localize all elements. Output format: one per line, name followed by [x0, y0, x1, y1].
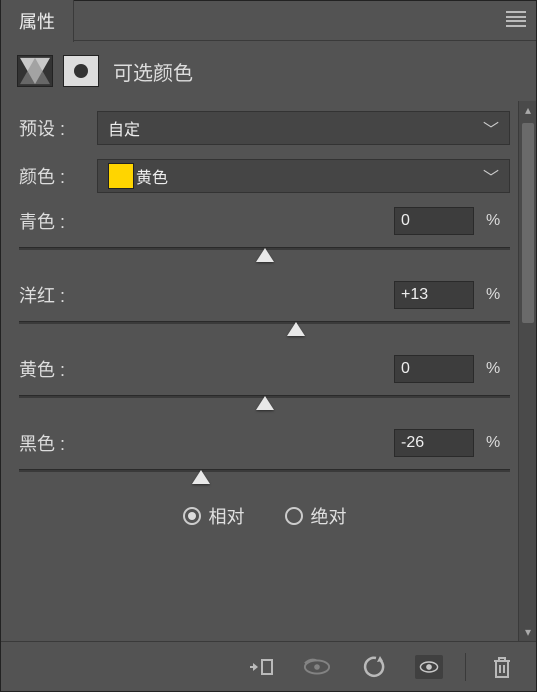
yellow-input[interactable] [394, 355, 474, 383]
preset-dropdown[interactable]: 自定 ﹀ [97, 111, 510, 145]
panel-content: 预设 : 自定 ﹀ 颜色 : 黄色 ﹀ 青色 : % [1, 101, 518, 641]
color-label: 颜色 : [19, 163, 89, 189]
reset-icon[interactable] [359, 655, 387, 679]
percent-unit: % [486, 434, 510, 452]
slider-thumb-icon[interactable] [192, 470, 210, 484]
adjustment-header: 可选颜色 [1, 41, 536, 101]
yellow-label: 黄色 : [19, 356, 394, 382]
slider-thumb-icon[interactable] [287, 322, 305, 336]
scroll-thumb[interactable] [522, 123, 534, 323]
trash-icon[interactable] [488, 655, 516, 679]
black-slider[interactable] [19, 465, 510, 489]
panel-footer [1, 641, 536, 691]
chevron-down-icon: ﹀ [483, 164, 499, 188]
properties-panel: 属性 可选颜色 预设 : 自定 ﹀ 颜色 : [0, 0, 537, 692]
view-previous-icon[interactable] [303, 655, 331, 679]
scroll-down-icon[interactable]: ▾ [521, 625, 535, 639]
relative-radio[interactable]: 相对 [183, 503, 245, 529]
visibility-icon[interactable] [415, 655, 443, 679]
layer-mask-icon[interactable] [63, 55, 99, 87]
black-input[interactable] [394, 429, 474, 457]
slider-thumb-icon[interactable] [256, 396, 274, 410]
vertical-scrollbar[interactable]: ▴ ▾ [518, 101, 536, 641]
cyan-label: 青色 : [19, 208, 394, 234]
panel-menu-button[interactable] [504, 9, 528, 29]
percent-unit: % [486, 212, 510, 230]
absolute-label: 绝对 [311, 503, 347, 529]
color-value: 黄色 [136, 164, 168, 188]
yellow-slider-group: 黄色 : % [19, 355, 510, 415]
radio-checked-icon [183, 507, 201, 525]
properties-tab[interactable]: 属性 [1, 0, 74, 42]
method-radio-group: 相对 绝对 [19, 503, 510, 529]
slider-thumb-icon[interactable] [256, 248, 274, 262]
color-dropdown[interactable]: 黄色 ﹀ [97, 159, 510, 193]
color-swatch [108, 163, 134, 189]
relative-label: 相对 [209, 503, 245, 529]
magenta-input[interactable] [394, 281, 474, 309]
preset-value: 自定 [108, 116, 140, 140]
adjustment-title: 可选颜色 [113, 57, 193, 86]
percent-unit: % [486, 360, 510, 378]
preset-label: 预设 : [19, 115, 89, 141]
cyan-slider[interactable] [19, 243, 510, 267]
radio-unchecked-icon [285, 507, 303, 525]
black-slider-group: 黑色 : % [19, 429, 510, 489]
magenta-slider[interactable] [19, 317, 510, 341]
absolute-radio[interactable]: 绝对 [285, 503, 347, 529]
percent-unit: % [486, 286, 510, 304]
selective-color-icon [17, 55, 53, 87]
separator [465, 653, 466, 681]
magenta-slider-group: 洋红 : % [19, 281, 510, 341]
magenta-label: 洋红 : [19, 282, 394, 308]
panel-header: 属性 [1, 1, 536, 41]
black-label: 黑色 : [19, 430, 394, 456]
cyan-slider-group: 青色 : % [19, 207, 510, 267]
scroll-up-icon[interactable]: ▴ [521, 103, 535, 117]
cyan-input[interactable] [394, 207, 474, 235]
chevron-down-icon: ﹀ [483, 116, 499, 140]
clip-to-layer-icon[interactable] [247, 655, 275, 679]
yellow-slider[interactable] [19, 391, 510, 415]
